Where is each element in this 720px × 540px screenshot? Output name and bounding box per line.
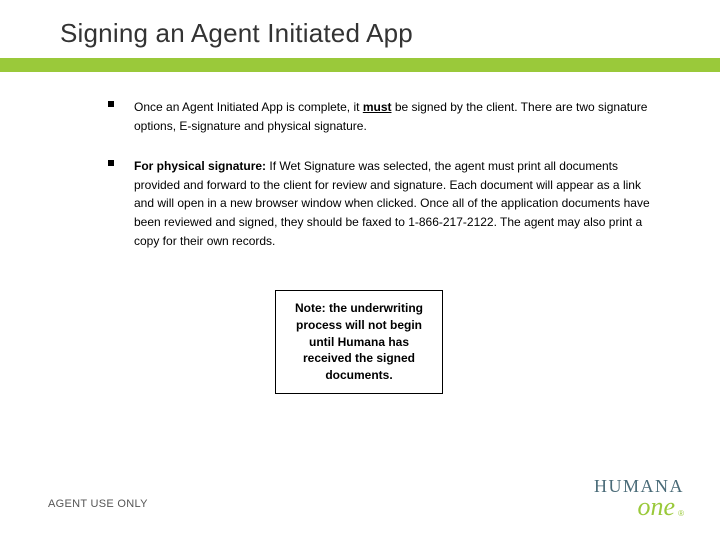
accent-bar [0,58,720,72]
brand-logo: HUMANA one ® [594,476,684,518]
bullet-square-icon [108,101,114,107]
logo-sub-wrap: one ® [594,495,684,518]
logo-sub-text: one [638,495,676,518]
footer-label: AGENT USE ONLY [48,498,148,510]
bullet-list: Once an Agent Initiated App is complete,… [108,98,663,272]
bullet-1-must: must [363,100,392,114]
bullet-2-lead: For physical signature: [134,159,269,173]
bullet-square-icon [108,160,114,166]
bullet-2: For physical signature: If Wet Signature… [108,157,663,250]
slide: Signing an Agent Initiated App Once an A… [0,0,720,540]
registered-icon: ® [678,509,684,518]
note-box: Note: the underwriting process will not … [275,290,443,394]
bullet-1-pre: Once an Agent Initiated App is complete,… [134,100,363,114]
page-title: Signing an Agent Initiated App [60,18,413,49]
bullet-1: Once an Agent Initiated App is complete,… [108,98,663,135]
